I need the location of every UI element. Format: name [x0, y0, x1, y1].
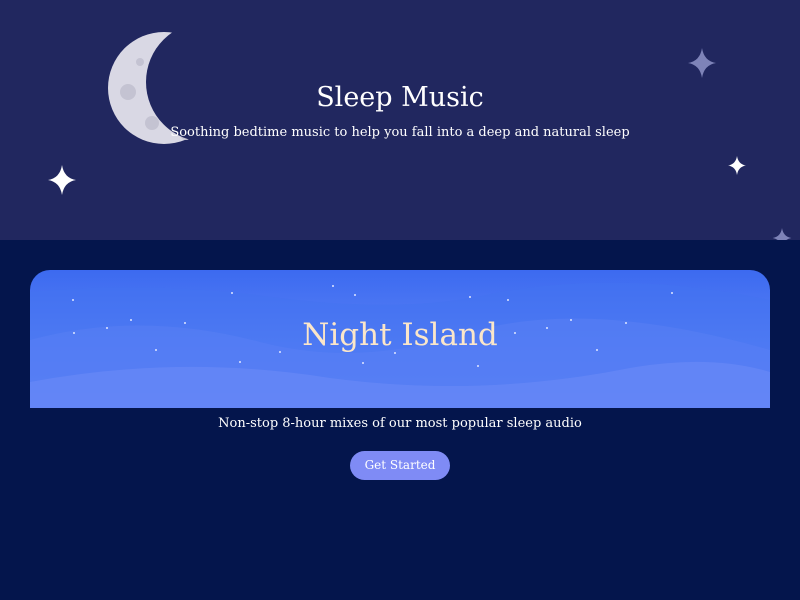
get-started-button[interactable]: Get Started — [350, 451, 450, 480]
night-island-card[interactable]: Night Island — [30, 270, 770, 408]
sparkle-star-icon — [728, 156, 746, 175]
card-title: Night Island — [302, 317, 498, 353]
sparkle-star-icon — [48, 165, 76, 195]
sparkle-star-icon — [688, 48, 716, 78]
hero-banner: Sleep Music Soothing bedtime music to he… — [0, 0, 800, 240]
page-subtitle: Soothing bedtime music to help you fall … — [170, 125, 630, 140]
card-description: Non-stop 8-hour mixes of our most popula… — [218, 416, 582, 431]
sparkle-star-icon — [772, 228, 792, 240]
page-title: Sleep Music — [316, 82, 484, 113]
